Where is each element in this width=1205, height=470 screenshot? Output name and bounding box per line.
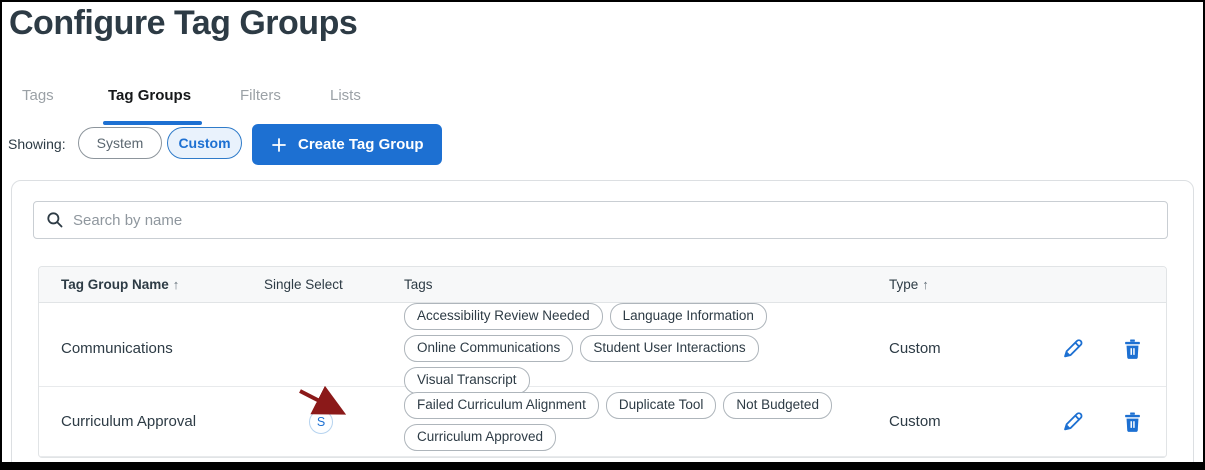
tag-chip: Not Budgeted xyxy=(723,392,832,419)
column-header-tag-group-name[interactable]: Tag Group Name ↑ xyxy=(39,277,251,292)
sort-ascending-icon: ↑ xyxy=(172,277,180,292)
tab-tag-groups[interactable]: Tag Groups xyxy=(108,87,191,104)
plus-icon xyxy=(272,137,286,152)
tab-filters[interactable]: Filters xyxy=(240,87,281,104)
tag-chip: Accessibility Review Needed xyxy=(404,303,603,330)
tag-chip: Student User Interactions xyxy=(580,335,759,362)
trash-icon xyxy=(1125,411,1140,432)
table-header-row: Tag Group Name ↑ Single Select Tags Type ↑ xyxy=(39,267,1166,303)
delete-button[interactable] xyxy=(1122,338,1143,360)
tag-chip: Duplicate Tool xyxy=(605,392,717,419)
tag-group-type: Custom xyxy=(889,413,941,430)
trash-icon xyxy=(1125,338,1140,359)
filter-custom-button[interactable]: Custom xyxy=(167,127,242,159)
row-actions xyxy=(1041,410,1166,433)
tags-cell: Accessibility Review Needed Language Inf… xyxy=(391,303,876,394)
search-box xyxy=(33,201,1168,239)
create-tag-group-button[interactable]: Create Tag Group xyxy=(252,124,442,165)
column-header-tags: Tags xyxy=(404,277,433,292)
column-header-single-select: Single Select xyxy=(264,277,343,292)
pencil-icon xyxy=(1064,412,1083,431)
tag-group-name: Curriculum Approval xyxy=(61,413,197,430)
table-row: Communications Accessibility Review Need… xyxy=(39,303,1166,394)
tag-groups-panel: Tag Group Name↑ Single Select Tags Type↑… xyxy=(11,180,1194,470)
tag-chip: Curriculum Approved xyxy=(404,424,557,451)
tag-groups-table: Tag Group Name ↑ Single Select Tags Type ↑… xyxy=(38,266,1167,458)
sort-ascending-icon: ↑ xyxy=(922,277,929,292)
tag-chip: Language Information xyxy=(609,303,767,330)
tags-cell: Failed Curriculum Alignment Duplicate To… xyxy=(391,392,876,451)
tag-group-name: Communications xyxy=(61,340,173,357)
filter-system-button[interactable]: System xyxy=(78,127,162,159)
tag-group-type: Custom xyxy=(889,340,941,357)
edit-button[interactable] xyxy=(1061,410,1084,433)
edit-button[interactable] xyxy=(1061,337,1084,360)
active-tab-indicator xyxy=(103,121,202,125)
tag-chip: Failed Curriculum Alignment xyxy=(404,392,599,419)
table-row: Curriculum Approval S Failed Curriculum … xyxy=(39,387,1166,457)
search-input[interactable] xyxy=(73,211,1155,229)
tab-lists[interactable]: Lists xyxy=(330,87,361,104)
page-title: Configure Tag Groups xyxy=(9,4,358,42)
search-icon xyxy=(47,212,63,228)
pencil-icon xyxy=(1064,339,1083,358)
tab-tags[interactable]: Tags xyxy=(22,87,54,104)
tag-chip: Online Communications xyxy=(404,335,574,362)
column-header-type[interactable]: Type ↑ xyxy=(876,277,1041,292)
annotation-arrow-icon xyxy=(299,386,347,415)
showing-label: Showing: xyxy=(8,136,66,152)
row-actions xyxy=(1041,337,1166,360)
delete-button[interactable] xyxy=(1122,411,1143,433)
create-tag-group-label: Create Tag Group xyxy=(298,136,424,153)
